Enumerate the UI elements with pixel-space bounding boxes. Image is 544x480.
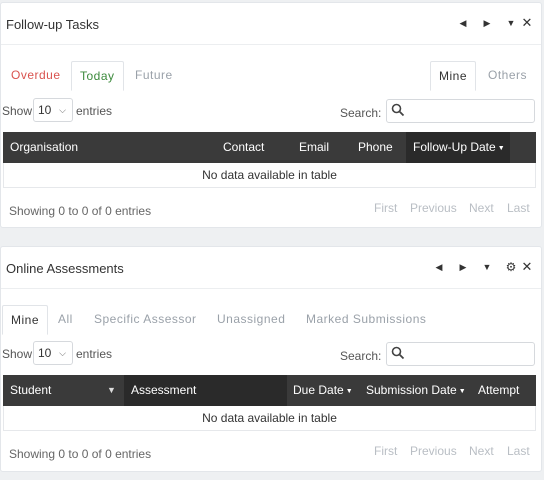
column-header-email[interactable]: Email xyxy=(299,132,329,163)
search-label: Search: xyxy=(340,106,382,120)
table-header: Student ▼ Assessment Due Date ▼ Submissio… xyxy=(3,375,536,406)
table-header: Organisation Contact Email Phone Follow-… xyxy=(3,132,536,163)
sort-desc-icon: ▼ xyxy=(107,385,116,395)
gear-icon[interactable]: ⚙ xyxy=(504,260,518,274)
sort-desc-icon: ▼ xyxy=(497,145,505,152)
tab-overdue[interactable]: Overdue xyxy=(3,61,69,91)
pager-next[interactable]: Next xyxy=(469,201,494,215)
tab-today[interactable]: Today xyxy=(71,61,124,91)
panel-header: Follow-up Tasks ◀ ▶ ▼ ✕ xyxy=(1,3,541,45)
column-header-phone[interactable]: Phone xyxy=(358,132,393,163)
column-header-label: Follow-Up Date xyxy=(413,140,496,154)
column-header-label: Submission Date xyxy=(366,383,457,397)
tab-mine[interactable]: Mine xyxy=(2,305,49,335)
empty-table-row: No data available in table xyxy=(3,406,536,431)
sort-desc-icon: ▼ xyxy=(458,388,466,395)
tab-future[interactable]: Future xyxy=(127,61,181,91)
column-header-label: Due Date xyxy=(293,383,344,397)
search-icon xyxy=(391,346,405,360)
followup-tasks-panel: Follow-up Tasks ◀ ▶ ▼ ✕ Overdue Today Fu… xyxy=(0,2,542,228)
table-info: Showing 0 to 0 of 0 entries xyxy=(9,204,152,218)
page-length-select[interactable]: 10 ⌵ xyxy=(33,98,73,122)
tab-unassigned[interactable]: Unassigned xyxy=(209,305,293,335)
table-info: Showing 0 to 0 of 0 entries xyxy=(9,447,152,461)
pager-previous[interactable]: Previous xyxy=(410,444,457,458)
column-header-assessment[interactable]: Assessment xyxy=(124,375,287,406)
panel-title: Follow-up Tasks xyxy=(6,17,99,32)
tab-specific-assessor[interactable]: Specific Assessor xyxy=(86,305,205,335)
column-header-submission-date[interactable]: Submission Date ▼ xyxy=(366,375,466,406)
page-length-value: 10 xyxy=(38,103,52,117)
pager-first[interactable]: First xyxy=(374,201,397,215)
prev-arrow-icon[interactable]: ◀ xyxy=(456,16,470,30)
chevron-down-icon: ⌵ xyxy=(59,105,66,115)
pager-next[interactable]: Next xyxy=(469,444,494,458)
collapse-icon[interactable]: ▼ xyxy=(480,260,494,274)
show-label: Show xyxy=(2,347,33,361)
next-arrow-icon[interactable]: ▶ xyxy=(456,260,470,274)
tab-mine[interactable]: Mine xyxy=(430,61,477,91)
page-length-select[interactable]: 10 ⌵ xyxy=(33,341,73,365)
column-header-due-date[interactable]: Due Date ▼ xyxy=(293,375,353,406)
entries-label: entries xyxy=(76,347,113,361)
empty-table-row: No data available in table xyxy=(3,163,536,188)
online-assessments-panel: Online Assessments ◀ ▶ ▼ ⚙ ✕ Mine All Sp… xyxy=(0,246,542,472)
column-header-followup-date[interactable]: Follow-Up Date ▼ xyxy=(406,132,510,163)
page-length-value: 10 xyxy=(38,346,52,360)
entries-label: entries xyxy=(76,104,113,118)
show-label: Show xyxy=(2,104,33,118)
search-icon xyxy=(391,103,405,117)
pager-first[interactable]: First xyxy=(374,444,397,458)
panel-header: Online Assessments ◀ ▶ ▼ ⚙ ✕ xyxy=(1,247,541,289)
tab-all[interactable]: All xyxy=(50,305,81,335)
panel-title: Online Assessments xyxy=(6,261,124,276)
sort-desc-icon: ▼ xyxy=(345,388,353,395)
column-header-attempt[interactable]: Attempt xyxy=(478,375,519,406)
next-arrow-icon[interactable]: ▶ xyxy=(480,16,494,30)
column-header-student[interactable]: Student xyxy=(10,375,51,406)
search-input[interactable] xyxy=(386,99,535,123)
close-icon[interactable]: ✕ xyxy=(520,16,534,30)
tab-others[interactable]: Others xyxy=(480,61,535,91)
column-header-organisation[interactable]: Organisation xyxy=(10,132,78,163)
chevron-down-icon: ⌵ xyxy=(59,348,66,358)
pager-last[interactable]: Last xyxy=(507,444,530,458)
close-icon[interactable]: ✕ xyxy=(520,260,534,274)
search-label: Search: xyxy=(340,349,382,363)
prev-arrow-icon[interactable]: ◀ xyxy=(432,260,446,274)
pager-previous[interactable]: Previous xyxy=(410,201,457,215)
pager-last[interactable]: Last xyxy=(507,201,530,215)
column-header-contact[interactable]: Contact xyxy=(223,132,264,163)
collapse-icon[interactable]: ▼ xyxy=(504,16,518,30)
search-input[interactable] xyxy=(386,342,535,366)
tab-marked-submissions[interactable]: Marked Submissions xyxy=(298,305,434,335)
